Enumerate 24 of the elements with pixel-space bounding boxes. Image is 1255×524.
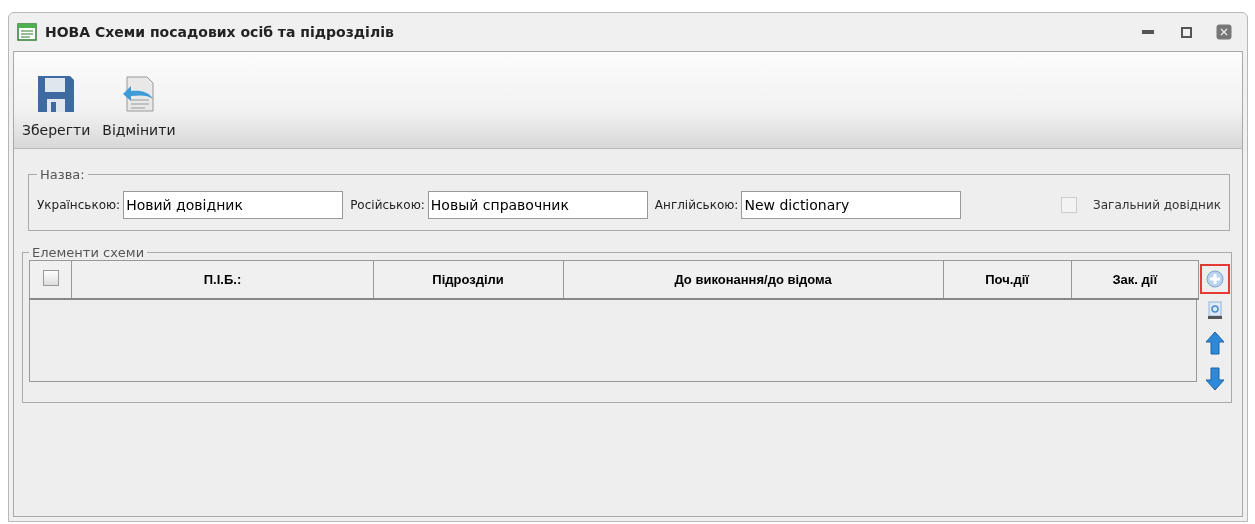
arrow-up-icon[interactable]: [1205, 331, 1225, 355]
column-header[interactable]: До виконання/до відома: [563, 260, 944, 299]
close-icon[interactable]: [1216, 24, 1232, 40]
text-field[interactable]: Новий довідник: [123, 191, 344, 219]
text-field[interactable]: Новый справочник: [427, 191, 648, 219]
window-app-icon: [17, 23, 37, 41]
column-header[interactable]: Зак. дії: [1071, 260, 1199, 299]
column-header[interactable]: П.І.Б.:: [71, 260, 374, 299]
text-field[interactable]: New dictionary: [741, 191, 962, 219]
window-title: НОВА Схеми посадових осіб та підрозділів: [45, 24, 395, 40]
field-label: Російською:: [350, 198, 425, 212]
field-label: Українською:: [37, 198, 121, 212]
save-button[interactable]: Зберегти: [18, 52, 95, 148]
maximize-icon[interactable]: [1180, 26, 1192, 38]
column-header[interactable]: Підрозділи: [373, 260, 564, 299]
arrow-down-icon[interactable]: [1205, 367, 1225, 391]
group-legend: Елементи схеми: [29, 245, 148, 260]
select-all-checkbox[interactable]: [42, 270, 59, 286]
group-legend: Назва:: [37, 167, 88, 182]
checkbox-label: Загальний довідник: [1093, 198, 1221, 212]
undo-button[interactable]: Відмінити: [98, 52, 180, 148]
field-label: Англійською:: [654, 198, 739, 212]
column-header[interactable]: Поч.дії: [943, 260, 1072, 299]
recycle-bin-icon[interactable]: [1207, 301, 1223, 319]
